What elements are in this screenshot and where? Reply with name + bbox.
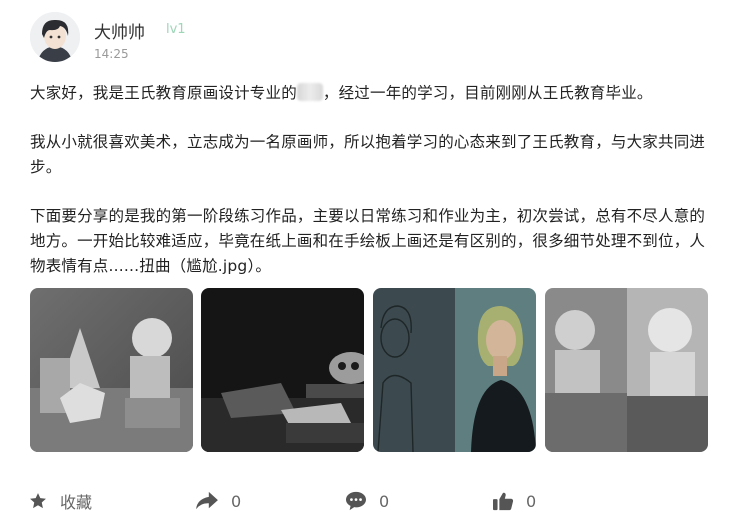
- post-time: 14:25: [94, 47, 129, 61]
- skull-still-life-icon: [201, 288, 364, 452]
- post-image-3[interactable]: [373, 288, 536, 452]
- favorite-label: 收藏: [60, 493, 93, 512]
- avatar-portrait-icon: [30, 12, 80, 62]
- share-button[interactable]: 0: [195, 485, 241, 517]
- post-card: 大帅帅 lv1 14:25 大家好，我是王氏教育原画设计专业的 ，经过一年的学习，…: [0, 0, 741, 526]
- post-paragraph-1: 大家好，我是王氏教育原画设计专业的 ，经过一年的学习，目前刚刚从王氏教育毕业。: [30, 81, 720, 106]
- favorite-button[interactable]: 收藏: [28, 485, 92, 517]
- post-image-2[interactable]: [201, 288, 364, 452]
- thumbs-up-icon: [493, 492, 514, 511]
- post-image-4[interactable]: [545, 288, 708, 452]
- redacted-name: [296, 83, 323, 101]
- post-paragraph-2: 我从小就很喜欢美术，立志成为一名原画师，所以抱着学习的心态来到了王氏教育，与大家…: [30, 133, 706, 176]
- comment-count: 0: [379, 491, 390, 511]
- woman-portrait-icon: [373, 288, 536, 452]
- post-paragraph-3: 下面要分享的是我的第一阶段练习作品，主要以日常练习和作业为主，初次尝试，总有不尽…: [30, 207, 706, 275]
- avatar[interactable]: [30, 12, 80, 62]
- post-actions-bar: 收藏 0 0 0: [0, 485, 741, 517]
- sphere-cube-sketch-icon: [545, 288, 708, 452]
- username[interactable]: 大帅帅: [94, 18, 145, 43]
- share-arrow-icon: [196, 491, 218, 510]
- post-paragraph-1-end: ，经过一年的学习，目前刚刚从王氏教育毕业。: [322, 84, 653, 102]
- post-paragraph-1-start: 大家好，我是王氏教育原画设计专业的: [30, 84, 297, 102]
- geometric-still-life-icon: [30, 288, 193, 452]
- comment-bubble-icon: [346, 491, 366, 511]
- user-level-badge: lv1: [166, 22, 186, 37]
- star-icon: [30, 493, 46, 509]
- comment-button[interactable]: 0: [345, 485, 389, 517]
- share-count: 0: [231, 491, 242, 511]
- post-image-1[interactable]: [30, 288, 193, 452]
- like-button[interactable]: 0: [492, 485, 536, 517]
- like-count: 0: [526, 491, 537, 511]
